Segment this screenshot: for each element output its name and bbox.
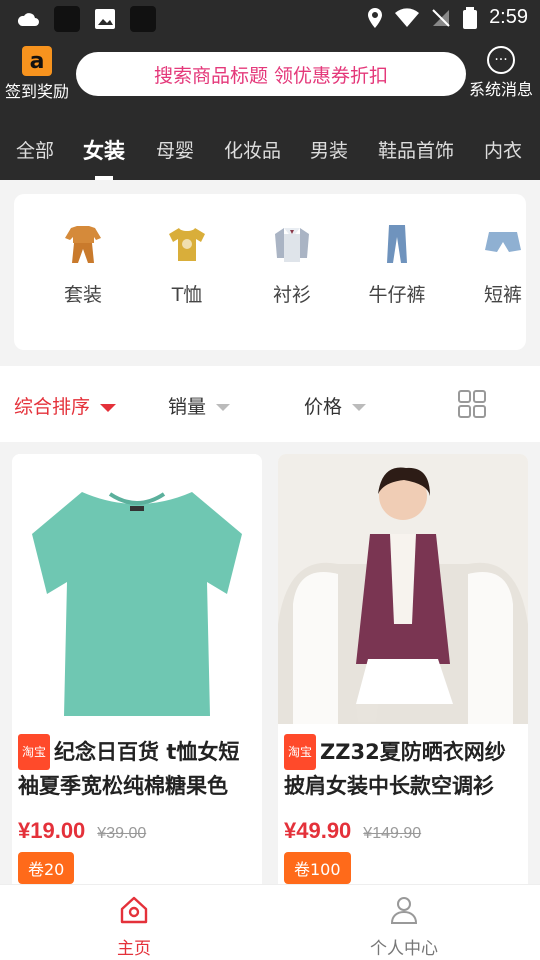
nav-home[interactable]: 主页	[64, 895, 204, 959]
tab-cosmetics[interactable]: 化妆品	[224, 136, 281, 163]
app-icon	[54, 6, 80, 32]
bottom-navigation: 主页 个人中心	[0, 884, 540, 960]
chevron-down-icon	[216, 404, 231, 411]
product-original-price: ¥39.00	[97, 825, 147, 842]
search-input[interactable]: 搜索商品标题 领优惠券折扣	[76, 52, 466, 96]
coupon-badge[interactable]: 卷20	[18, 852, 75, 884]
subcategory-label: 衬衫	[272, 284, 311, 306]
product-original-price: ¥149.90	[363, 825, 422, 842]
product-image-tshirt	[12, 454, 262, 724]
subcategory-label: 套装	[63, 284, 102, 306]
subcategory-label: 短裤	[483, 284, 522, 306]
shorts-icon	[481, 222, 525, 266]
search-placeholder: 搜索商品标题 领优惠券折扣	[153, 64, 389, 87]
tab-baby[interactable]: 母婴	[156, 136, 194, 163]
product-image-cardigan	[278, 454, 528, 724]
tab-shoes-jewelry[interactable]: 鞋品首饰	[378, 136, 454, 163]
nav-profile[interactable]: 个人中心	[334, 895, 474, 959]
sort-sales-label: 销量	[168, 396, 207, 418]
product-title-text: ZZ32夏防晒衣网纱披肩女装中长款空调衫	[284, 740, 506, 798]
shirt-icon	[270, 222, 314, 266]
subcategory-panel: 套装 T恤 衬衫 牛仔裤 短裤	[14, 194, 526, 350]
grid-view-icon[interactable]	[458, 390, 486, 418]
sign-reward-label: 签到奖励	[4, 82, 69, 101]
chevron-down-icon	[100, 403, 117, 412]
sort-price-label: 价格	[304, 396, 343, 418]
tab-men[interactable]: 男装	[310, 136, 348, 163]
subcategory-tshirt[interactable]: T恤	[142, 222, 232, 307]
tab-women[interactable]: 女装	[83, 135, 125, 180]
product-list: 淘宝 纪念日百货 t恤女短袖夏季宽松纯棉糖果色 ¥19.00 ¥39.00 卷20…	[0, 442, 540, 884]
jeans-icon	[375, 222, 419, 266]
product-price: ¥49.90	[284, 818, 352, 843]
product-prices: ¥49.90 ¥149.90	[278, 806, 528, 844]
product-title-text: 纪念日百货 t恤女短袖夏季宽松纯棉糖果色	[18, 740, 240, 798]
subcategory-label: 牛仔裤	[368, 284, 426, 306]
sort-comprehensive[interactable]: 综合排序	[14, 392, 117, 419]
subcategory-jeans[interactable]: 牛仔裤	[352, 222, 442, 307]
sort-sales[interactable]: 销量	[168, 392, 231, 419]
subcategory-shorts[interactable]: 短裤	[458, 222, 526, 307]
top-header: a 签到奖励 搜索商品标题 领优惠券折扣 ··· 系统消息	[0, 36, 540, 108]
subcategory-suit[interactable]: 套装	[38, 222, 128, 307]
wifi-icon	[395, 7, 420, 27]
sign-reward-button[interactable]: a 签到奖励	[2, 46, 72, 102]
product-title: 淘宝 纪念日百货 t恤女短袖夏季宽松纯棉糖果色	[12, 724, 262, 806]
amazon-logo-icon: a	[22, 46, 52, 76]
product-prices: ¥19.00 ¥39.00	[12, 806, 262, 844]
chevron-down-icon	[352, 404, 367, 411]
taobao-badge: 淘宝	[18, 734, 51, 770]
message-icon: ···	[487, 46, 515, 74]
location-icon	[368, 7, 383, 28]
category-tabs: 全部 女装 母婴 化妆品 男装 鞋品首饰 内衣	[0, 108, 540, 180]
product-price: ¥19.00	[18, 818, 86, 843]
system-message-button[interactable]: ··· 系统消息	[466, 46, 536, 100]
suit-icon	[61, 222, 105, 266]
nav-home-label: 主页	[117, 939, 151, 959]
subcategory-shirt[interactable]: 衬衫	[247, 222, 337, 307]
coupon-badge[interactable]: 卷100	[284, 852, 351, 884]
nav-profile-label: 个人中心	[370, 939, 438, 959]
product-title: 淘宝 ZZ32夏防晒衣网纱披肩女装中长款空调衫	[278, 724, 528, 806]
taobao-badge: 淘宝	[284, 734, 317, 770]
product-card[interactable]: 淘宝 纪念日百货 t恤女短袖夏季宽松纯棉糖果色 ¥19.00 ¥39.00 卷20	[12, 454, 262, 884]
clock: 2:59	[489, 6, 528, 28]
tshirt-icon	[165, 222, 209, 266]
no-signal-icon	[432, 8, 450, 27]
cloud-icon	[17, 13, 39, 26]
tab-all[interactable]: 全部	[16, 136, 54, 163]
battery-icon	[463, 6, 478, 29]
home-icon	[120, 896, 148, 924]
system-message-label: 系统消息	[468, 80, 533, 99]
sort-comprehensive-label: 综合排序	[14, 396, 91, 418]
user-icon	[390, 897, 418, 924]
tab-underwear[interactable]: 内衣	[484, 136, 522, 163]
sort-price[interactable]: 价格	[304, 392, 367, 419]
subcategory-label: T恤	[171, 284, 203, 306]
product-card[interactable]: 淘宝 ZZ32夏防晒衣网纱披肩女装中长款空调衫 ¥49.90 ¥149.90 卷1…	[278, 454, 528, 884]
status-bar: 2:59	[0, 0, 540, 36]
image-icon	[95, 9, 115, 29]
app-icon-2	[130, 6, 156, 32]
